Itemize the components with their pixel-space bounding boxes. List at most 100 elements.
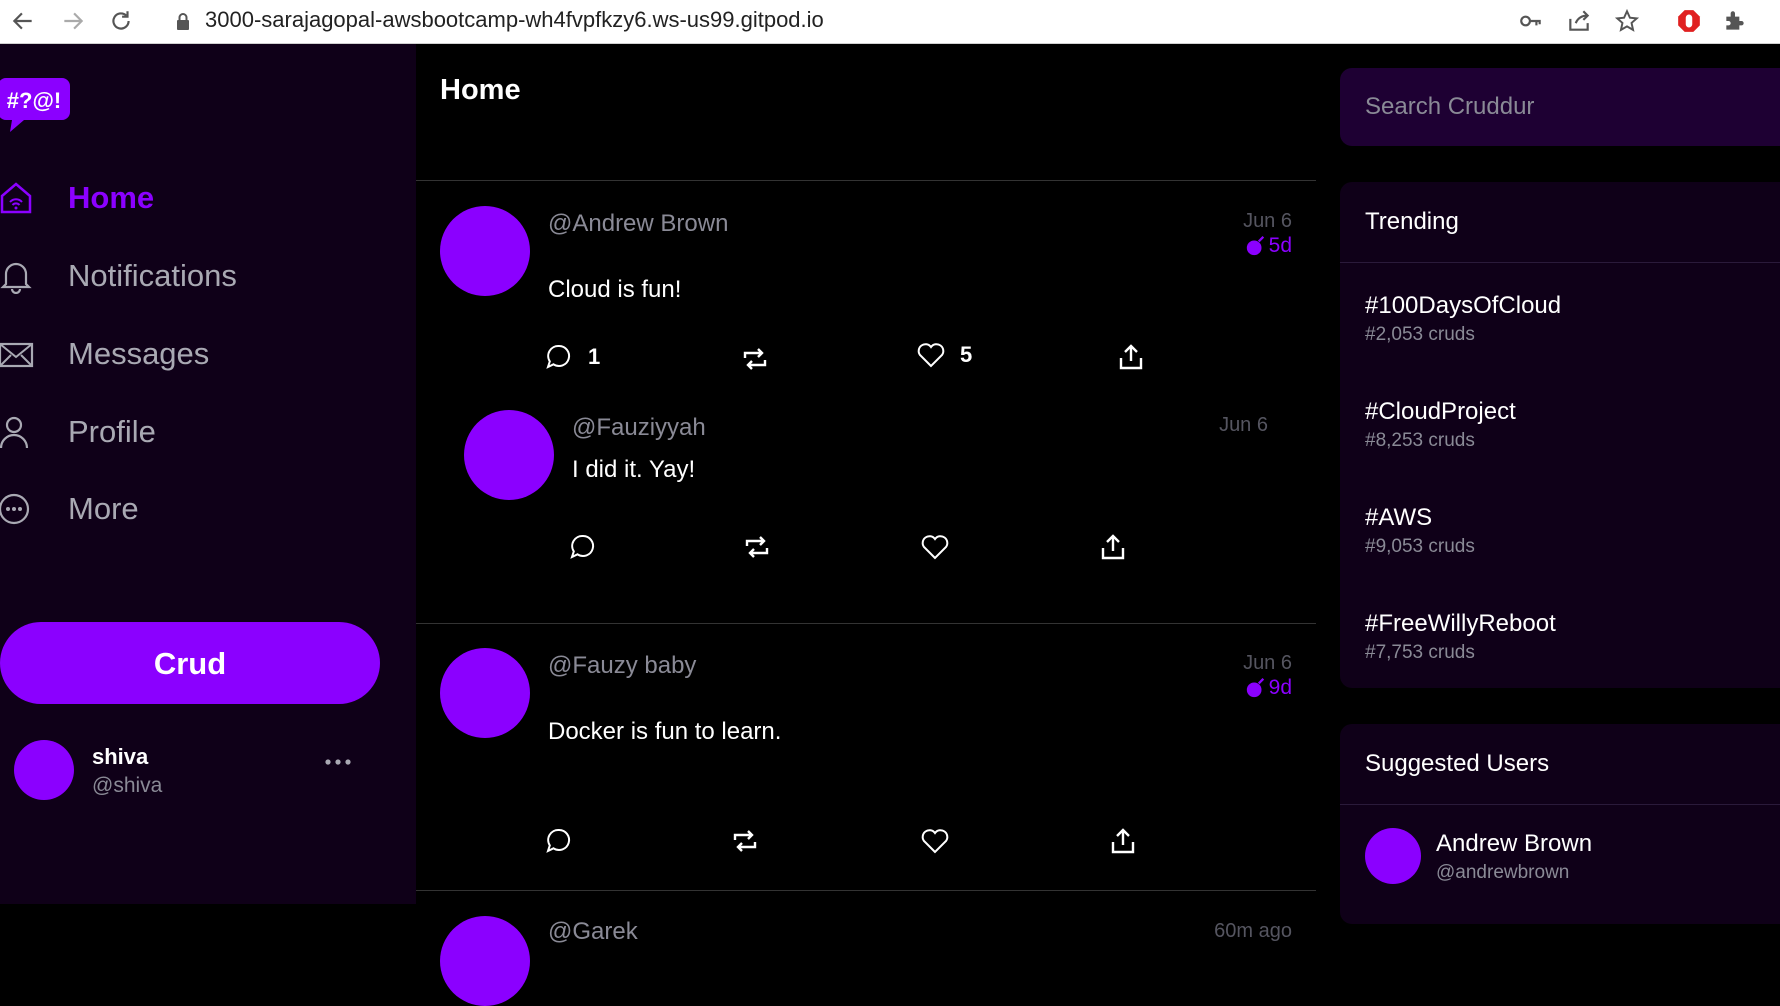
sidebar-item-label: Messages [68, 336, 210, 371]
activity-message: Docker is fun to learn. [548, 718, 782, 745]
avatar[interactable] [464, 410, 554, 500]
forward-icon[interactable] [60, 8, 86, 34]
activity-handle[interactable]: @Fauzy baby [548, 652, 696, 680]
user-icon [0, 414, 34, 450]
crud-button[interactable]: Crud [0, 622, 380, 704]
heart-icon [917, 343, 945, 368]
sidebar-item-messages[interactable]: Messages [0, 332, 209, 376]
repost-icon [745, 536, 769, 558]
avatar[interactable] [440, 648, 530, 738]
sidebar-item-label: Notifications [68, 258, 237, 293]
back-icon[interactable] [10, 8, 36, 34]
activity-handle[interactable]: @Garek [548, 918, 638, 946]
repost-icon [743, 348, 767, 370]
reply-button[interactable]: 1 [544, 342, 600, 372]
reply-button[interactable] [568, 532, 598, 562]
comment-icon [570, 534, 595, 559]
repost-button[interactable] [742, 532, 772, 562]
key-icon[interactable] [1518, 8, 1544, 34]
share-icon[interactable] [1566, 8, 1592, 34]
adblock-extension-icon[interactable] [1676, 8, 1702, 34]
envelope-icon [0, 336, 34, 372]
avatar[interactable] [14, 740, 74, 800]
sidebar-item-home[interactable]: Home [0, 176, 154, 220]
trending-tag[interactable]: #CloudProject [1365, 398, 1516, 426]
home-icon [0, 180, 34, 216]
divider [1340, 262, 1780, 263]
share-button[interactable] [1098, 532, 1128, 562]
suggested-users-title: Suggested Users [1365, 750, 1550, 777]
like-button[interactable]: 5 [916, 340, 972, 370]
expires-badge: 9d [1245, 676, 1292, 700]
repost-icon [733, 830, 757, 852]
expires-badge: 5d [1245, 234, 1292, 258]
logo-text: #?@! [7, 88, 61, 113]
activity-feed: Home @Andrew Brown Jun 6 5d Cloud is fun… [416, 44, 1316, 1006]
heart-icon [921, 829, 949, 854]
trending-count: #7,753 cruds [1365, 642, 1475, 663]
activity-message: Cloud is fun! [548, 276, 682, 303]
activity-date: 60m ago [1214, 920, 1292, 942]
like-button[interactable] [920, 826, 950, 856]
profile-handle: @shiva [92, 774, 163, 797]
address-bar[interactable]: 3000-sarajagopal-awsbootcamp-wh4fvpfkzy6… [205, 4, 824, 36]
divider [416, 180, 1316, 181]
share-button[interactable] [1116, 342, 1146, 372]
more-circle-icon [0, 491, 34, 527]
sidebar-item-label: More [68, 491, 139, 526]
heart-icon [921, 535, 949, 560]
avatar[interactable] [440, 916, 530, 1006]
like-button[interactable] [920, 532, 950, 562]
bell-icon [0, 258, 34, 295]
activity-date: Jun 6 [1243, 652, 1292, 674]
trending-count: #9,053 cruds [1365, 536, 1475, 557]
sidebar-item-more[interactable]: More [0, 487, 139, 531]
trending-panel: Trending #100DaysOfCloud #2,053 cruds #C… [1340, 182, 1780, 688]
reload-icon[interactable] [108, 8, 134, 34]
trending-tag[interactable]: #FreeWillyReboot [1365, 610, 1556, 638]
left-sidebar: #?@! Home Notifications Messages Profile… [0, 44, 416, 904]
extensions-puzzle-icon[interactable] [1722, 8, 1748, 34]
repost-button[interactable] [730, 826, 760, 856]
share-icon [1111, 828, 1135, 854]
expires-text: 9d [1268, 676, 1292, 699]
page-title: Home [440, 74, 521, 106]
trending-tag[interactable]: #100DaysOfCloud [1365, 292, 1561, 320]
activity-date: Jun 6 [1243, 210, 1292, 232]
reply-handle[interactable]: @Fauziyyah [572, 414, 706, 442]
suggested-users-panel: Suggested Users Andrew Brown @andrewbrow… [1340, 724, 1780, 924]
repost-button[interactable] [740, 344, 770, 374]
divider [1340, 804, 1780, 805]
divider [416, 890, 1316, 891]
expires-text: 5d [1268, 234, 1292, 257]
share-button[interactable] [1108, 826, 1138, 856]
search-input[interactable]: Search Cruddur [1340, 68, 1780, 146]
bomb-icon [1246, 236, 1264, 256]
trending-tag[interactable]: #AWS [1365, 504, 1432, 532]
reply-date: Jun 6 [1219, 414, 1268, 436]
lock-icon[interactable] [175, 12, 191, 30]
comment-icon [546, 828, 571, 853]
avatar[interactable] [440, 206, 530, 296]
right-sidebar: Search Cruddur Trending #100DaysOfCloud … [1316, 44, 1780, 924]
reply-message: I did it. Yay! [572, 456, 696, 483]
sidebar-item-label: Profile [68, 414, 156, 449]
share-icon [1101, 534, 1125, 560]
star-icon[interactable] [1614, 8, 1640, 34]
sidebar-item-profile[interactable]: Profile [0, 410, 156, 454]
reply-button[interactable] [544, 826, 574, 856]
share-icon [1119, 344, 1143, 370]
suggested-user-name[interactable]: Andrew Brown [1436, 830, 1592, 858]
divider [416, 623, 1316, 624]
like-count: 5 [960, 342, 973, 367]
ellipsis-icon[interactable] [322, 754, 354, 770]
sidebar-item-notifications[interactable]: Notifications [0, 254, 237, 298]
cruddur-logo[interactable]: #?@! [0, 74, 70, 134]
suggested-user-handle: @andrewbrown [1436, 862, 1570, 883]
browser-toolbar: 3000-sarajagopal-awsbootcamp-wh4fvpfkzy6… [0, 0, 1780, 44]
avatar[interactable] [1365, 828, 1421, 884]
sidebar-item-label: Home [68, 180, 155, 215]
trending-title: Trending [1365, 208, 1459, 235]
bomb-icon [1246, 678, 1264, 698]
activity-handle[interactable]: @Andrew Brown [548, 210, 728, 238]
